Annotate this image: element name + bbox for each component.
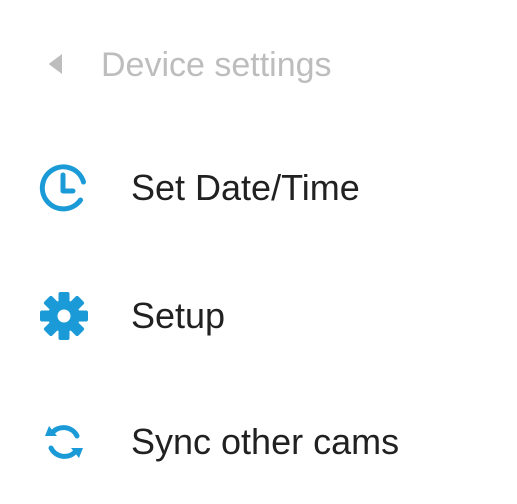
menu-item-setup[interactable]: Setup [0, 266, 517, 366]
menu-item-set-date-time[interactable]: Set Date/Time [0, 138, 517, 238]
menu-item-label: Setup [131, 295, 226, 336]
back-triangle-icon[interactable] [46, 52, 66, 76]
device-settings-menu: Device settings Set Date/Time Setup Sync… [0, 0, 517, 504]
clock-icon [39, 164, 86, 212]
menu-item-sync-other-cams[interactable]: Sync other cams [0, 390, 517, 490]
menu-item-label: Set Date/Time [131, 167, 360, 208]
gear-icon [40, 292, 88, 340]
menu-title: Device settings [101, 46, 332, 84]
menu-header[interactable]: Device settings [0, 28, 517, 100]
sync-icon [45, 425, 83, 459]
menu-item-label: Sync other cams [131, 421, 400, 462]
